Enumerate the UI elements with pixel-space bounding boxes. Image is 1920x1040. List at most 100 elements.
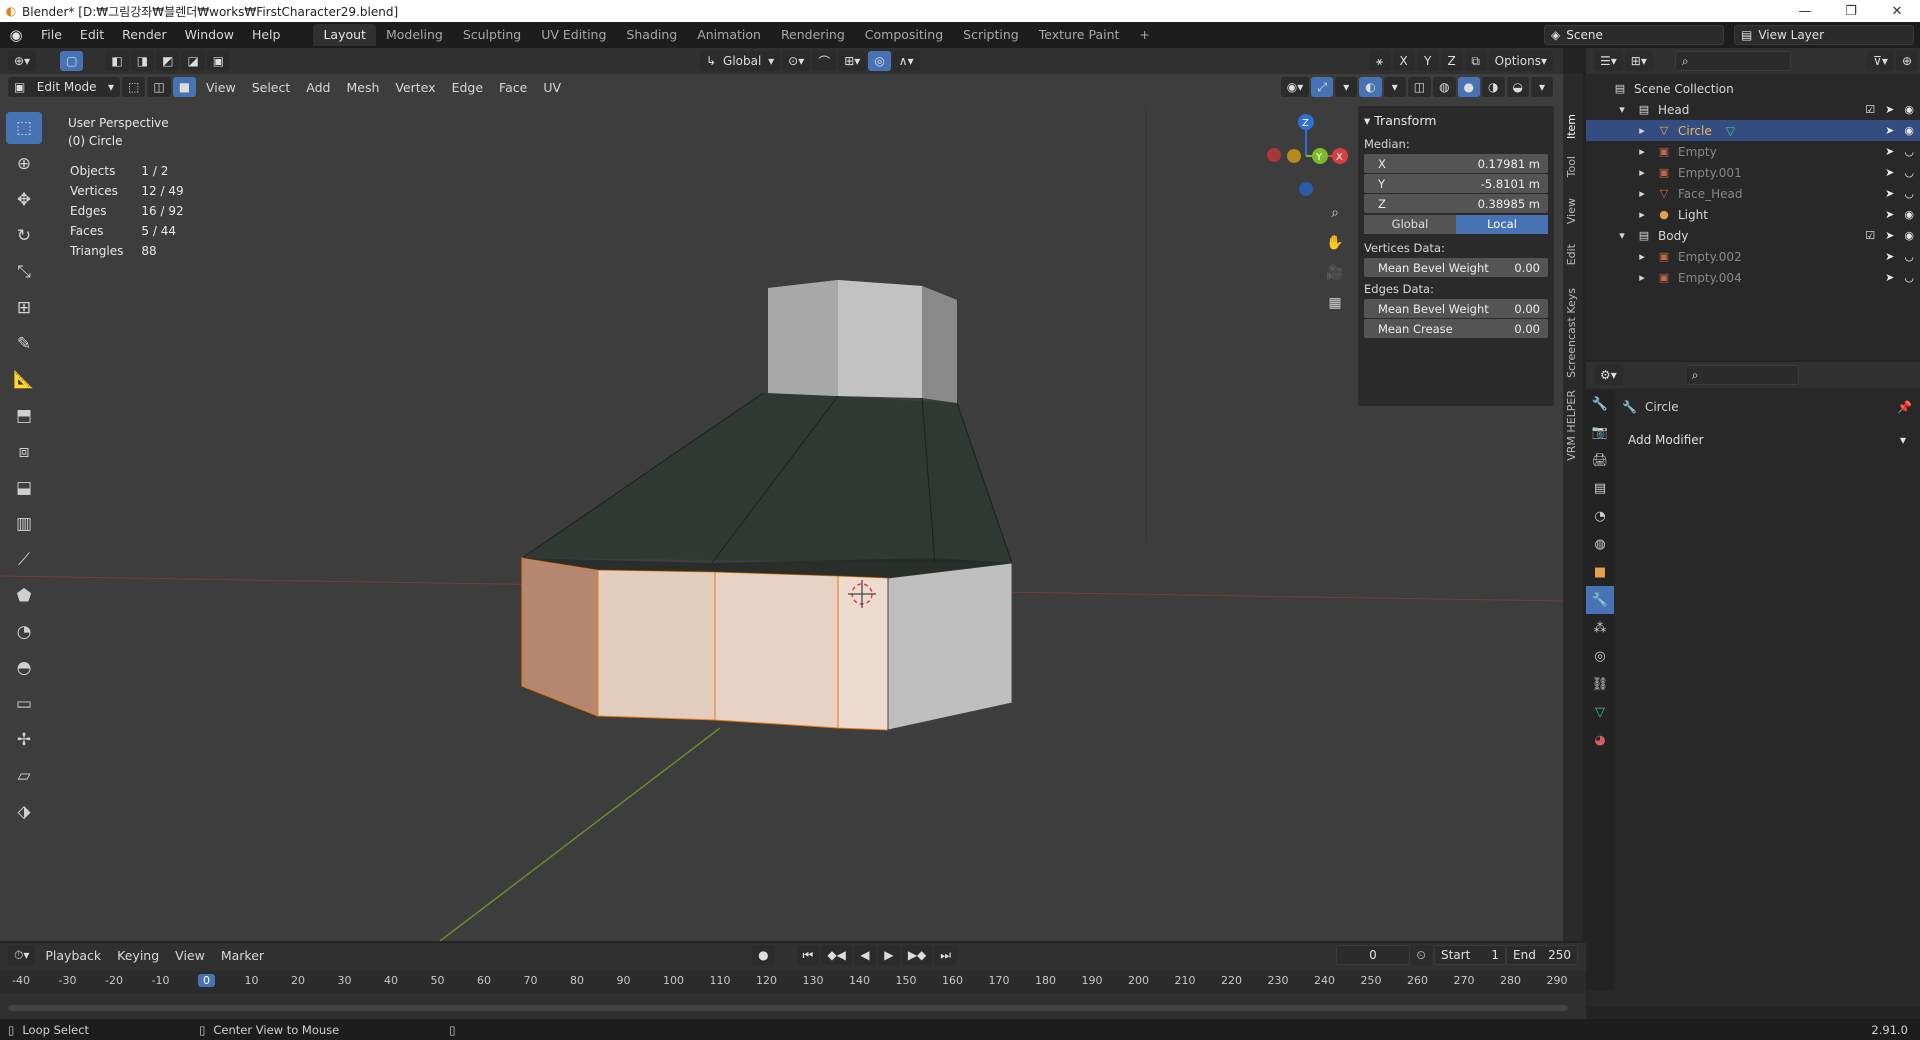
select-mode-invert-icon[interactable]: ◪ <box>181 51 205 71</box>
properties-editor-type-icon[interactable]: ⚙▾ <box>1594 365 1623 385</box>
menu-mesh[interactable]: Mesh <box>338 80 387 95</box>
eye-icon[interactable]: ◉ <box>1904 103 1914 116</box>
expand-icon[interactable]: ▸ <box>1634 187 1650 200</box>
timeline-ruler[interactable]: -40 -30 -20 -10 0 10 20 30 40 50 60 70 80 90 100 110 120… <box>0 971 1586 993</box>
viewport-canvas[interactable]: Z X Y <box>0 48 1563 941</box>
jump-start-icon[interactable]: ⏮ <box>796 945 820 965</box>
checkbox-icon[interactable]: ☑ <box>1865 103 1875 116</box>
camera-icon[interactable]: 🎥 <box>1322 260 1348 286</box>
display-mode-icon[interactable]: ⊞▾ <box>1624 51 1653 71</box>
menu-edge[interactable]: Edge <box>444 80 491 95</box>
outliner-editor-type-icon[interactable]: ☰▾ <box>1594 51 1623 71</box>
new-collection-icon[interactable]: ⊕ <box>1895 51 1918 71</box>
checkbox-icon[interactable]: ☑ <box>1865 229 1875 242</box>
axis-y-toggle[interactable]: Y <box>1416 51 1439 71</box>
overlays-toggle-icon[interactable]: ◐ <box>1359 77 1382 97</box>
view-layer-selector[interactable]: ▤ View Layer <box>1734 25 1914 45</box>
menu-help[interactable]: Help <box>243 22 290 48</box>
visibility-icon[interactable]: ◉▾ <box>1280 77 1310 97</box>
wireframe-shading-icon[interactable]: ◍ <box>1433 77 1456 97</box>
axis-x-toggle[interactable]: X <box>1392 51 1415 71</box>
modifier-properties-icon[interactable]: 🔧 <box>1586 586 1614 614</box>
select-mode-intersect-icon[interactable]: ▣ <box>206 51 231 71</box>
spin-tool-icon[interactable]: ◔ <box>6 616 42 648</box>
cursor-tool-icon[interactable]: ⊕ <box>6 148 42 180</box>
menu-keying[interactable]: Keying <box>109 948 167 963</box>
outliner-row-circle[interactable]: ▸ ▽ Circle ▽ ➤ ◉ <box>1586 120 1920 141</box>
expand-icon[interactable]: ▸ <box>1634 166 1650 179</box>
material-properties-icon[interactable]: ◕ <box>1586 726 1614 754</box>
eye-closed-icon[interactable]: ◡ <box>1904 250 1914 263</box>
menu-edit[interactable]: Edit <box>71 22 113 48</box>
editor-type-icon[interactable]: ⊕▾ <box>8 51 37 71</box>
mirror-icon[interactable]: ⚹ <box>1368 51 1391 71</box>
eye-icon[interactable]: ◉ <box>1904 124 1914 137</box>
eye-closed-icon[interactable]: ◡ <box>1904 271 1914 284</box>
select-arrow-icon[interactable]: ➤ <box>1885 229 1894 242</box>
select-arrow-icon[interactable]: ➤ <box>1885 187 1894 200</box>
rendered-shading-icon[interactable]: ◒ <box>1506 77 1529 97</box>
prev-keyframe-icon[interactable]: ◆◀ <box>821 945 852 965</box>
scale-tool-icon[interactable]: ⤡ <box>6 256 42 288</box>
annotate-tool-icon[interactable]: ✎ <box>6 328 42 360</box>
select-mode-extend-icon[interactable]: ◨ <box>130 51 155 71</box>
tab-sculpting[interactable]: Sculpting <box>453 24 531 46</box>
measure-tool-icon[interactable]: 📐 <box>6 364 42 396</box>
select-mode-new-icon[interactable]: ◧ <box>105 51 129 71</box>
global-button[interactable]: Global <box>1364 215 1456 234</box>
gizmo-toggle-icon[interactable]: ⤢ <box>1311 77 1334 97</box>
select-arrow-icon[interactable]: ➤ <box>1885 208 1894 221</box>
transform-panel-header[interactable]: ▾ Transform <box>1364 110 1548 132</box>
jump-end-icon[interactable]: ⏭ <box>934 945 958 965</box>
tab-tool[interactable]: Tool <box>1565 156 1578 177</box>
properties-search-input[interactable]: ⌕ <box>1684 365 1799 385</box>
pan-hand-icon[interactable]: ✋ <box>1322 230 1348 256</box>
move-tool-icon[interactable]: ✥ <box>6 184 42 216</box>
shear-tool-icon[interactable]: ▱ <box>6 760 42 792</box>
transform-tool-icon[interactable]: ⊞ <box>6 292 42 324</box>
view-layer-properties-icon[interactable]: ▤ <box>1586 474 1614 502</box>
rip-tool-icon[interactable]: ⬗ <box>6 796 42 828</box>
shading-dropdown-icon[interactable]: ▾ <box>1531 77 1553 97</box>
menu-timeline-view[interactable]: View <box>167 948 213 963</box>
select-arrow-icon[interactable]: ➤ <box>1885 271 1894 284</box>
pivot-icon[interactable]: ⊙▾ <box>782 51 811 71</box>
outliner-row-empty-002[interactable]: ▸ ▣ Empty.002 ➤ ◡ <box>1586 246 1920 267</box>
select-tool-icon[interactable]: ⬚ <box>6 112 42 144</box>
auto-merge-icon[interactable]: ⧉ <box>1464 51 1487 71</box>
play-reverse-icon[interactable]: ◀ <box>853 945 876 965</box>
orientation-dropdown[interactable]: ↳ Global ▾ <box>700 51 781 71</box>
axis-z-toggle[interactable]: Z <box>1440 51 1463 71</box>
scene-collection-row[interactable]: ▤ Scene Collection <box>1586 78 1920 99</box>
knife-tool-icon[interactable]: ⟋ <box>6 544 42 576</box>
tab-item[interactable]: Item <box>1565 114 1578 139</box>
particles-properties-icon[interactable]: ⁂ <box>1586 614 1614 642</box>
select-arrow-icon[interactable]: ➤ <box>1885 145 1894 158</box>
edge-bevel-weight-field[interactable]: Mean Bevel Weight 0.00 <box>1364 299 1548 318</box>
extrude-tool-icon[interactable]: ⬒ <box>6 400 42 432</box>
menu-view[interactable]: View <box>198 80 244 95</box>
world-properties-icon[interactable]: ◍ <box>1586 530 1614 558</box>
zoom-icon[interactable]: ⌕ <box>1322 200 1348 226</box>
select-mode-subtract-icon[interactable]: ◩ <box>156 51 180 71</box>
minimize-button[interactable]: — <box>1782 0 1828 22</box>
outliner-row-body[interactable]: ▾ ▤ Body ☑ ➤ ◉ <box>1586 225 1920 246</box>
auto-keying-icon[interactable]: ● <box>752 945 775 965</box>
poly-build-tool-icon[interactable]: ⬟ <box>6 580 42 612</box>
scene-properties-icon[interactable]: ◔ <box>1586 502 1614 530</box>
tab-edit[interactable]: Edit <box>1565 244 1578 265</box>
ortho-grid-icon[interactable]: ▦ <box>1322 290 1348 316</box>
proportional-edit-icon[interactable]: ◎ <box>868 51 891 71</box>
outliner-row-empty[interactable]: ▸ ▣ Empty ➤ ◡ <box>1586 141 1920 162</box>
mean-crease-field[interactable]: Mean Crease 0.00 <box>1364 319 1548 338</box>
xray-icon[interactable]: ◫ <box>1407 77 1432 97</box>
options-dropdown[interactable]: Options ▾ <box>1488 51 1553 71</box>
data-properties-icon[interactable]: ▽ <box>1586 698 1614 726</box>
eye-closed-icon[interactable]: ◡ <box>1904 187 1914 200</box>
menu-marker[interactable]: Marker <box>213 948 272 963</box>
expand-icon[interactable]: ▾ <box>1614 103 1630 116</box>
tab-shading[interactable]: Shading <box>616 24 687 46</box>
select-arrow-icon[interactable]: ➤ <box>1885 250 1894 263</box>
tool-settings-icon[interactable]: 🔧 <box>1586 390 1614 418</box>
outliner-row-head[interactable]: ▾ ▤ Head ☑ ➤ ◉ <box>1586 99 1920 120</box>
